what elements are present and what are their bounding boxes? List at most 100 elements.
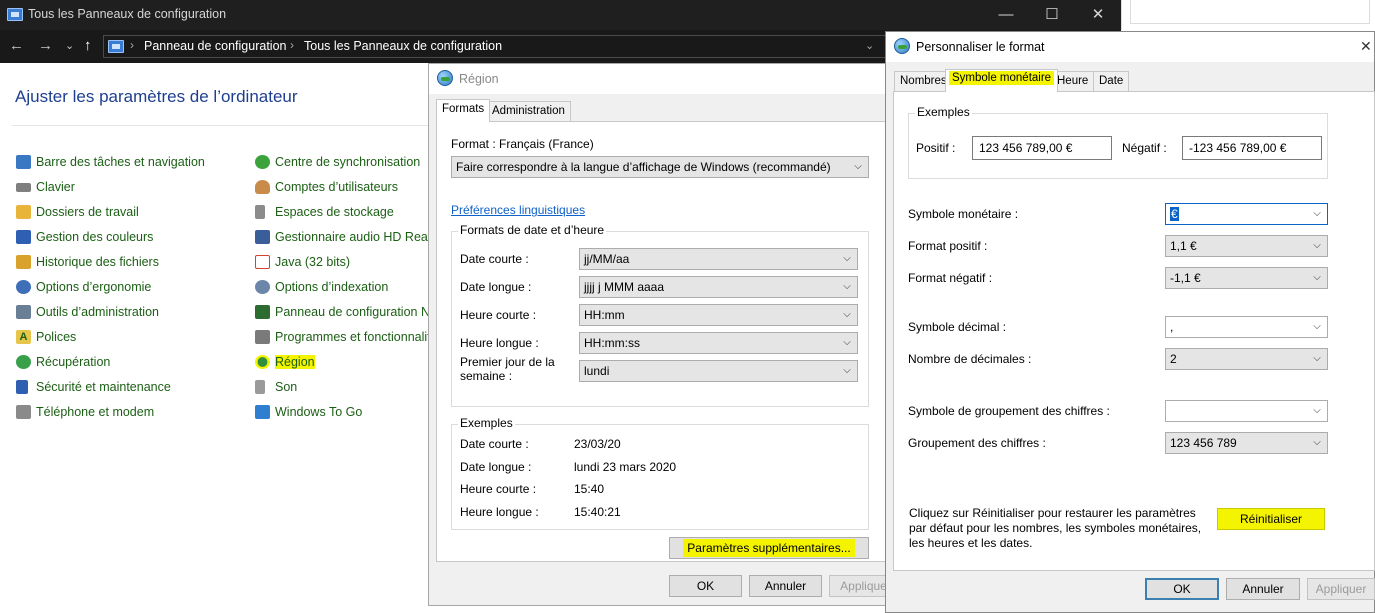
first-day-label: Premier jour de la semaine : [460, 355, 555, 383]
recent-locations-chevron-icon[interactable]: ⌄ [65, 39, 74, 52]
example-long-time-label: Heure longue : [460, 505, 539, 519]
examples-group: Exemples Positif : 123 456 789,00 € Néga… [908, 105, 1328, 179]
region-globe-icon [255, 355, 270, 369]
tab-date[interactable]: Date [1093, 71, 1130, 92]
positive-format-label: Format positif : [908, 239, 988, 253]
tab-numbers[interactable]: Nombres [894, 71, 953, 92]
negative-format-dropdown[interactable]: -1,1 € ⌵ [1165, 267, 1328, 289]
sync-center-icon [255, 155, 270, 169]
chevron-down-icon: ⌵ [1313, 353, 1321, 364]
phone-modem-icon [16, 405, 31, 419]
storage-spaces-icon [255, 205, 265, 219]
color-management-icon [16, 230, 31, 244]
chevron-down-icon: ⌵ [843, 253, 851, 264]
language-preferences-link[interactable]: Préférences linguistiques [451, 203, 585, 217]
customize-cancel-button[interactable]: Annuler [1226, 578, 1300, 600]
chevron-down-icon: ⌵ [843, 365, 851, 376]
reset-info-text: Cliquez sur Réinitialiser pour restaurer… [909, 506, 1202, 550]
fonts-icon: A [16, 330, 31, 344]
control-panel-icon [7, 8, 23, 21]
long-date-dropdown[interactable]: jjjj j MMM aaaa ⌵ [579, 276, 858, 298]
tab-administration[interactable]: Administration [486, 101, 571, 122]
chevron-down-icon: ⌵ [1313, 240, 1321, 251]
customize-apply-button[interactable]: Appliquer [1307, 578, 1375, 600]
java-icon [255, 255, 270, 269]
digit-grouping-label: Groupement des chiffres : [908, 436, 1046, 450]
keyboard-icon [16, 183, 31, 192]
short-time-dropdown[interactable]: HH:mm ⌵ [579, 304, 858, 326]
tab-formats[interactable]: Formats [436, 99, 491, 122]
maximize-button[interactable]: ☐ [1029, 0, 1075, 30]
divider [12, 125, 432, 126]
example-short-time-label: Heure courte : [460, 482, 537, 496]
region-globe-icon [894, 38, 910, 54]
additional-settings-button[interactable]: Paramètres supplémentaires... [669, 537, 869, 559]
address-bar[interactable]: › Panneau de configuration › Tous les Pa… [103, 35, 888, 58]
region-ok-button[interactable]: OK [669, 575, 742, 597]
region-globe-icon [437, 70, 453, 86]
example-short-date-value: 23/03/20 [574, 437, 621, 451]
up-arrow-icon[interactable]: ↑ [84, 37, 92, 54]
decimal-digits-dropdown[interactable]: 2 ⌵ [1165, 348, 1328, 370]
long-time-label: Heure longue : [460, 336, 539, 350]
back-arrow-icon[interactable]: ← [9, 37, 24, 54]
reset-button[interactable]: Réinitialiser [1217, 508, 1325, 530]
currency-symbol-dropdown[interactable]: € ⌵ [1165, 203, 1328, 225]
decimal-symbol-dropdown[interactable]: , ⌵ [1165, 316, 1328, 338]
close-icon[interactable]: ✕ [1360, 38, 1374, 55]
region-title: Région [459, 72, 499, 86]
negative-label: Négatif : [1122, 141, 1167, 155]
background-window-strip [1121, 0, 1375, 30]
currency-symbol-label: Symbole monétaire : [908, 207, 1019, 221]
negative-format-label: Format négatif : [908, 271, 993, 285]
digit-grouping-symbol-dropdown[interactable]: ⌵ [1165, 400, 1328, 422]
control-panel-icon [108, 40, 124, 53]
chevron-down-icon: ⌵ [1313, 405, 1321, 416]
long-time-dropdown[interactable]: HH:mm:ss ⌵ [579, 332, 858, 354]
example-short-time-value: 15:40 [574, 482, 605, 496]
user-accounts-icon [255, 180, 270, 194]
region-titlebar: Région [429, 64, 892, 94]
programs-icon [255, 330, 270, 344]
chevron-down-icon: ⌵ [843, 309, 851, 320]
breadcrumb-item[interactable]: Tous les Panneaux de configuration [304, 39, 502, 53]
address-dropdown-chevron-icon[interactable]: ⌄ [865, 39, 874, 52]
datetime-formats-group: Formats de date et d’heure Date courte :… [451, 223, 869, 407]
example-long-date-label: Date longue : [460, 460, 532, 474]
recovery-icon [16, 355, 31, 369]
speaker-icon [255, 380, 265, 394]
breadcrumb-separator-icon: › [290, 38, 294, 52]
positive-label: Positif : [916, 141, 956, 155]
format-label: Format : Français (France) [451, 137, 594, 151]
close-button[interactable]: ✕ [1075, 0, 1121, 30]
format-dropdown[interactable]: Faire correspondre à la langue d’afficha… [451, 156, 869, 178]
forward-arrow-icon[interactable]: → [38, 37, 53, 54]
positive-example-field: 123 456 789,00 € [972, 136, 1112, 160]
flag-icon [16, 380, 28, 394]
admin-tools-icon [16, 305, 31, 319]
first-day-dropdown[interactable]: lundi ⌵ [579, 360, 858, 382]
window-title: Tous les Panneaux de configuration [28, 7, 227, 21]
breadcrumb-item[interactable]: Panneau de configuration [144, 39, 286, 53]
work-folders-icon [16, 205, 31, 219]
digit-grouping-symbol-label: Symbole de groupement des chiffres : [908, 404, 1110, 418]
breadcrumb-separator-icon: › [130, 38, 134, 52]
examples-group: Exemples Date courte : 23/03/20 Date lon… [451, 416, 869, 530]
short-date-label: Date courte : [460, 252, 529, 266]
decimal-digits-label: Nombre de décimales : [908, 352, 1032, 366]
control-panel-titlebar: Tous les Panneaux de configuration — ☐ ✕ [0, 0, 1121, 30]
file-history-icon [16, 255, 31, 269]
tab-currency[interactable]: Symbole monétaire [945, 69, 1059, 92]
short-date-dropdown[interactable]: jj/MM/aa ⌵ [579, 248, 858, 270]
chevron-down-icon: ⌵ [1313, 437, 1321, 448]
customize-ok-button[interactable]: OK [1145, 578, 1219, 600]
chevron-down-icon: ⌵ [1313, 321, 1321, 332]
example-short-date-label: Date courte : [460, 437, 529, 451]
indexing-icon [255, 280, 270, 294]
region-cancel-button[interactable]: Annuler [749, 575, 822, 597]
digit-grouping-dropdown[interactable]: 123 456 789 ⌵ [1165, 432, 1328, 454]
positive-format-dropdown[interactable]: 1,1 € ⌵ [1165, 235, 1328, 257]
example-long-date-value: lundi 23 mars 2020 [574, 460, 677, 474]
minimize-button[interactable]: — [983, 0, 1029, 30]
negative-example-field: -123 456 789,00 € [1182, 136, 1322, 160]
